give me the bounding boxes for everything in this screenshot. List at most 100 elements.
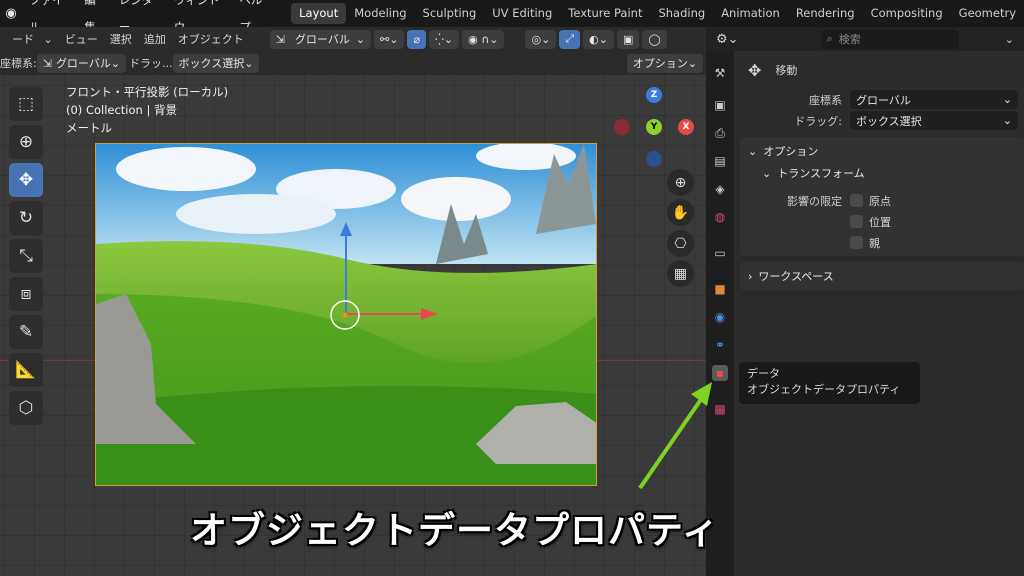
texture-tab-icon[interactable]: ▩ xyxy=(712,401,728,417)
drag-label: ドラッ... xyxy=(129,57,173,70)
affect-label: 影響の限定 xyxy=(787,194,842,208)
tab-uv-editing[interactable]: UV Editing xyxy=(484,3,560,24)
menu-view[interactable]: ビュー xyxy=(59,31,104,47)
tool-settings-header: 座標系: ⇲ グローバル ⌄ ドラッ... ボックス選択 ⌄ オプション ⌄ xyxy=(0,51,706,75)
tab-layout[interactable]: Layout xyxy=(291,3,347,24)
view-layer-tab-icon[interactable]: ▤ xyxy=(712,153,728,169)
tab-rendering[interactable]: Rendering xyxy=(788,3,863,24)
object-tab-icon[interactable]: ■ xyxy=(712,281,728,297)
nav-z-axis[interactable]: Z xyxy=(646,87,662,103)
xray-icon[interactable]: ▣ xyxy=(616,29,640,49)
chevron-down-icon[interactable]: ⌄ xyxy=(1005,33,1014,46)
grid-icon[interactable]: ▦ xyxy=(667,260,694,287)
transform-orientation-dropdown[interactable]: ⇲ グローバル ⌄ xyxy=(269,29,372,49)
object-data-tab-icon[interactable]: ▪ xyxy=(712,365,728,381)
properties-editor: ⚙⌄ ⌕ 検索 ⌄ ⚒ ▣ ⎙ ▤ ◈ ◍ ▭ ■ ◉ ⚭ ▪ ▩ ✥ 移動 座… xyxy=(706,27,1024,576)
transform-subpanel-header[interactable]: ⌄ トランスフォーム xyxy=(740,162,1024,184)
menu-add[interactable]: 追加 xyxy=(138,31,172,47)
collection-name: (0) Collection | 背景 xyxy=(66,103,178,117)
overlays-icon[interactable]: ◐⌄ xyxy=(583,29,614,49)
wireframe-shading-icon[interactable]: ◯ xyxy=(642,29,667,49)
coord-system-label: 座標系: xyxy=(0,57,37,70)
scale-tool-icon[interactable]: ⤡ xyxy=(9,239,43,273)
editor-type-icon[interactable]: ⚙⌄ xyxy=(716,32,739,47)
mode-dropdown[interactable]: ード ⌄ xyxy=(0,31,59,47)
location-checkbox[interactable] xyxy=(850,215,863,228)
units-label: メートル xyxy=(66,121,112,135)
object-origin-dot xyxy=(342,312,348,318)
visibility-icon[interactable]: ◎⌄ xyxy=(525,29,557,49)
navigation-gizmo[interactable]: Z Y X xyxy=(612,85,698,171)
world-tab-icon[interactable]: ◍ xyxy=(712,209,728,225)
constraints-tab-icon[interactable]: ⚭ xyxy=(712,337,728,353)
background-image[interactable] xyxy=(95,143,597,486)
collection-tab-icon[interactable]: ▭ xyxy=(712,245,728,261)
parent-checkbox[interactable] xyxy=(850,236,863,249)
gizmo-x-arrow-icon[interactable] xyxy=(421,308,438,320)
options-panel-header[interactable]: ⌄ オプション xyxy=(740,140,1024,162)
viewport-header: ード ⌄ ビュー 選択 追加 オブジェクト ⇲ グローバル ⌄ ⚯⌄ ⌀ ⁛⌄ … xyxy=(0,27,706,51)
cursor-tool-icon[interactable]: ⊕ xyxy=(9,125,43,159)
snap-icon[interactable]: ⌀ xyxy=(407,29,427,49)
menu-object[interactable]: オブジェクト xyxy=(172,31,250,47)
blender-logo-icon[interactable]: ◉ xyxy=(0,0,22,27)
tab-texture-paint[interactable]: Texture Paint xyxy=(560,3,650,24)
search-placeholder: 検索 xyxy=(838,33,861,46)
pan-hand-icon[interactable]: ✋ xyxy=(667,199,694,226)
parent-label: 親 xyxy=(869,236,880,250)
transform-title: トランスフォーム xyxy=(777,167,865,180)
options-dropdown[interactable]: オプション ⌄ xyxy=(626,53,703,73)
gizmo-icon[interactable]: ⤢ xyxy=(559,29,581,49)
nav-neg-x-axis[interactable] xyxy=(614,119,630,135)
drag-label: ドラッグ: xyxy=(794,114,842,128)
location-label: 位置 xyxy=(869,215,891,229)
physics-tab-icon[interactable]: ◉ xyxy=(712,309,728,325)
output-tab-icon[interactable]: ⎙ xyxy=(712,125,728,141)
workspace-panel-header[interactable]: › ワークスペース xyxy=(740,265,1024,287)
tab-compositing[interactable]: Compositing xyxy=(863,3,951,24)
tab-shading[interactable]: Shading xyxy=(650,3,713,24)
nav-y-axis[interactable]: Y xyxy=(646,119,662,135)
add-cube-tool-icon[interactable]: ⬡ xyxy=(9,391,43,425)
camera-icon[interactable]: ⎔ xyxy=(667,230,694,257)
zoom-icon[interactable]: ⊕ xyxy=(667,169,694,196)
workspace-title: ワークスペース xyxy=(758,270,834,283)
transform-tool-icon[interactable]: ⧈ xyxy=(9,277,43,311)
search-icon: ⌕ xyxy=(826,32,833,45)
orientation-label: グローバル xyxy=(294,33,350,46)
rotate-tool-icon[interactable]: ↻ xyxy=(9,201,43,235)
select-box-tool-icon[interactable]: ⬚ xyxy=(9,87,43,121)
snap-target-icon[interactable]: ⁛⌄ xyxy=(429,29,460,49)
nav-x-axis[interactable]: X xyxy=(678,119,694,135)
tab-sculpting[interactable]: Sculpting xyxy=(415,3,485,24)
tab-modeling[interactable]: Modeling xyxy=(346,3,414,24)
properties-content: ✥ 移動 座標系 グローバル ⌄ ドラッグ: ボックス選択 ⌄ ⌄ オプション ⌄ … xyxy=(740,51,1024,290)
active-tool-name: 移動 xyxy=(775,64,798,77)
coord-system-dropdown[interactable]: ⇲ グローバル ⌄ xyxy=(36,53,127,73)
drag-dropdown[interactable]: ボックス選択 ⌄ xyxy=(850,111,1018,130)
scene-tab-icon[interactable]: ◈ xyxy=(712,181,728,197)
tab-geometry[interactable]: Geometry xyxy=(951,3,1024,24)
tooltip: データ オブジェクトデータプロパティ xyxy=(739,362,920,404)
pivot-icon[interactable]: ⚯⌄ xyxy=(374,29,405,49)
tool-tab-icon[interactable]: ⚒ xyxy=(712,65,728,81)
menu-select[interactable]: 選択 xyxy=(104,31,138,47)
search-input[interactable]: ⌕ 検索 xyxy=(820,29,959,49)
coord-dropdown[interactable]: グローバル ⌄ xyxy=(850,90,1018,109)
top-menu-bar: ◉ ファイル 編集 レンダー ウィンドウ ヘルプ Layout Modeling… xyxy=(0,0,1024,34)
annotate-tool-icon[interactable]: ✎ xyxy=(9,315,43,349)
gizmo-z-arrow-icon[interactable] xyxy=(340,222,352,236)
coord-row: 座標系 グローバル ⌄ xyxy=(740,89,1024,110)
measure-tool-icon[interactable]: 📐 xyxy=(9,353,43,387)
workspace-tabs: Layout Modeling Sculpting UV Editing Tex… xyxy=(291,3,1024,24)
move-gizmo[interactable] xyxy=(96,144,597,486)
tab-animation[interactable]: Animation xyxy=(713,3,788,24)
render-tab-icon[interactable]: ▣ xyxy=(712,97,728,113)
nav-neg-z-axis[interactable] xyxy=(646,151,662,167)
drag-dropdown[interactable]: ボックス選択 ⌄ xyxy=(172,53,260,73)
origin-checkbox[interactable] xyxy=(850,194,863,207)
viewport-info: フロント・平行投影 (ローカル) (0) Collection | 背景 メート… xyxy=(66,83,228,137)
chevron-down-icon: ⌄ xyxy=(1002,114,1012,127)
proportional-edit-icon[interactable]: ◉ ∩⌄ xyxy=(462,29,505,49)
move-tool-icon[interactable]: ✥ xyxy=(9,163,43,197)
